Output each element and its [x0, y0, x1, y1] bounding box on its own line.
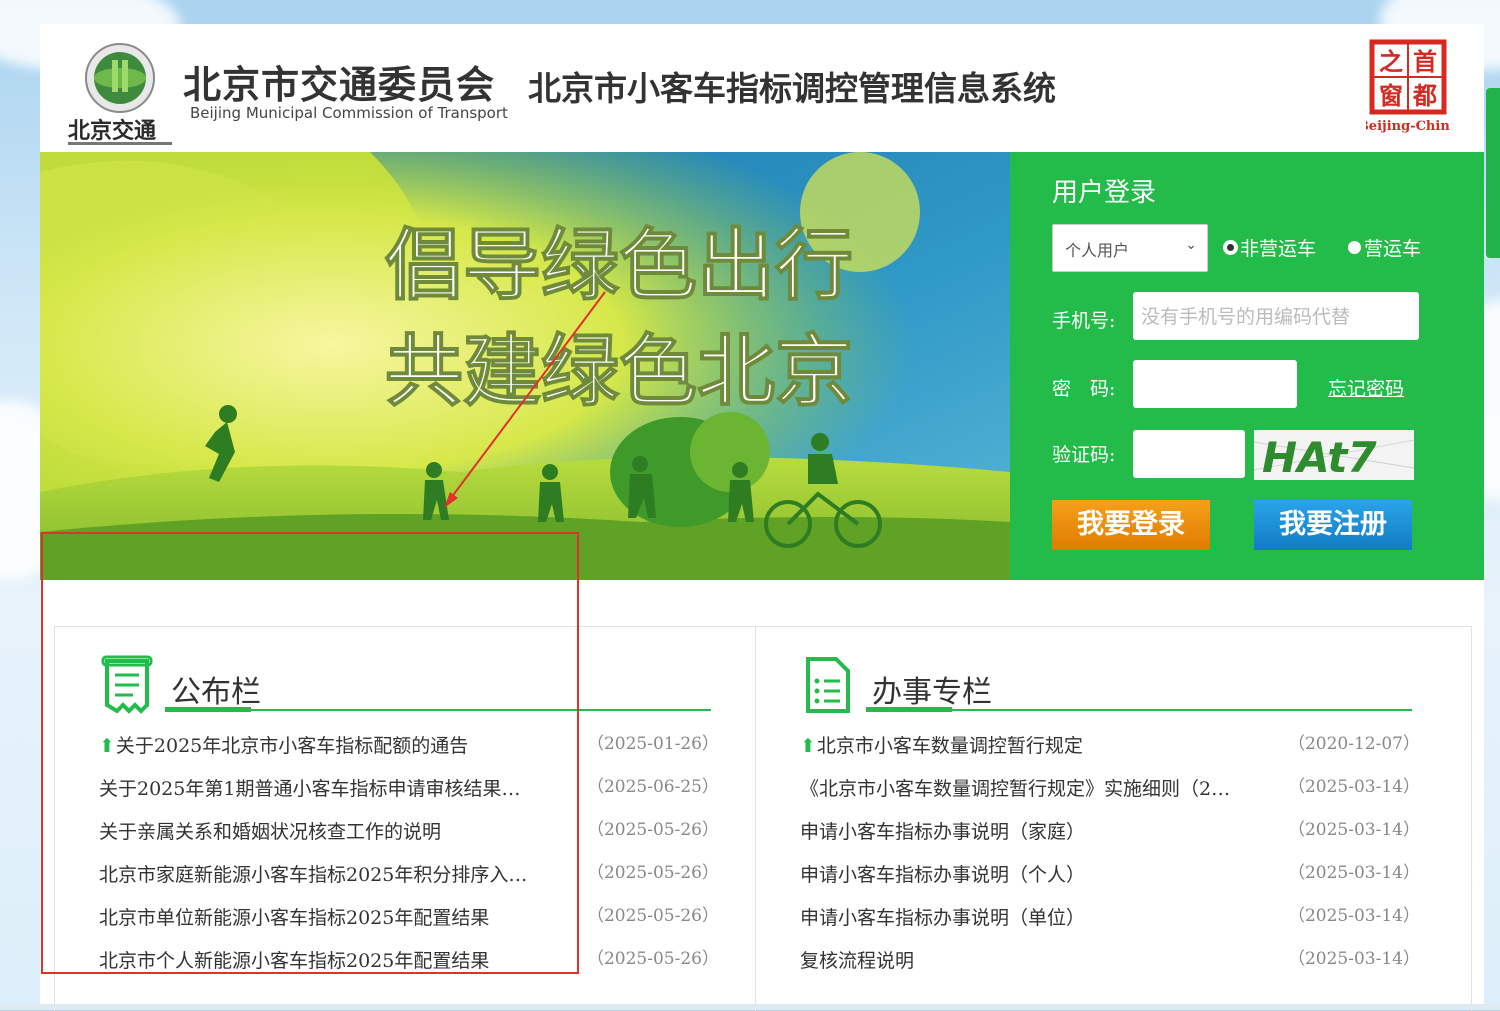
stamp-char: 都	[1412, 81, 1437, 110]
radio-checked-icon	[1224, 241, 1237, 254]
chevron-down-icon: ⌄	[1185, 237, 1197, 253]
green-travel-banner: 倡导绿色出行 共建绿色北京	[40, 152, 1010, 580]
phone-label: 手机号:	[1052, 310, 1116, 332]
forgot-password-link[interactable]: 忘记密码	[1328, 374, 1404, 401]
list-item-link[interactable]: 《北京市小客车数量调控暂行规定》实施细则（2…	[800, 774, 1252, 801]
list-item[interactable]: ⬆北京市小客车数量调控暂行规定 （2020-12-07）	[800, 731, 1420, 774]
org-name-cn: 北京市交通委员会	[183, 63, 496, 107]
radio-commercial[interactable]: 营运车	[1348, 234, 1421, 261]
list-item-link[interactable]: 复核流程说明	[800, 946, 1252, 973]
captcha-text: HAt7	[1262, 433, 1377, 480]
login-button[interactable]: 我要登录	[1052, 500, 1210, 550]
captcha-image[interactable]: HAt7	[1254, 430, 1414, 480]
list-item-text: 复核流程说明	[800, 950, 915, 972]
register-button[interactable]: 我要注册	[1254, 500, 1412, 550]
list-item-date: （2025-05-26）	[586, 949, 719, 969]
list-item-link[interactable]: 申请小客车指标办事说明（单位）	[800, 903, 1252, 930]
phone-input[interactable]: 没有手机号的用编码代替	[1133, 292, 1419, 340]
stamp-en: Beijing-China	[1366, 119, 1450, 134]
list-item-link[interactable]: ⬆北京市小客车数量调控暂行规定	[800, 731, 1252, 758]
list-item-date: （2025-05-26）	[586, 906, 719, 926]
radio-label: 营运车	[1364, 238, 1422, 260]
list-item[interactable]: 复核流程说明 （2025-03-14）	[800, 946, 1420, 989]
annotation-highlight-box	[41, 532, 579, 974]
captcha-label: 验证码:	[1052, 444, 1116, 466]
list-item-text: 申请小客车指标办事说明（单位）	[800, 907, 1086, 929]
radio-non-commercial[interactable]: 非营运车	[1224, 234, 1316, 261]
user-type-value: 个人用户	[1065, 241, 1130, 260]
system-title: 北京市小客车指标调控管理信息系统	[528, 69, 1056, 108]
list-item-date: （2025-03-14）	[1287, 906, 1420, 926]
list-item-text: 申请小客车指标办事说明（个人）	[800, 864, 1086, 886]
document-list-icon	[806, 657, 850, 713]
banner-illustration: 倡导绿色出行 共建绿色北京	[40, 152, 1010, 580]
password-input[interactable]	[1133, 360, 1297, 408]
list-item[interactable]: 申请小客车指标办事说明（个人） （2025-03-14）	[800, 860, 1420, 903]
login-title: 用户登录	[1052, 178, 1157, 208]
user-type-select[interactable]: 个人用户 ⌄	[1052, 224, 1208, 272]
org-name-en: Beijing Municipal Commission of Transpor…	[190, 104, 508, 122]
stamp-char: 之	[1379, 47, 1403, 76]
bottom-strip	[0, 1004, 1500, 1010]
site-header: 北京交通 北京市交通委员会 Beijing Municipal Commissi…	[40, 24, 1484, 152]
list-item[interactable]: 《北京市小客车数量调控暂行规定》实施细则（2… （2025-03-14）	[800, 774, 1420, 817]
list-item-link[interactable]: 申请小客车指标办事说明（个人）	[800, 860, 1252, 887]
services-panel: 办事专栏 ⬆北京市小客车数量调控暂行规定 （2020-12-07） 《北京市小客车数…	[756, 627, 1456, 1011]
list-item-date: （2025-05-26）	[586, 863, 719, 883]
list-item-text: 《北京市小客车数量调控暂行规定》实施细则（2…	[800, 778, 1231, 800]
list-item-link[interactable]: 申请小客车指标办事说明（家庭）	[800, 817, 1252, 844]
list-item[interactable]: 申请小客车指标办事说明（家庭） （2025-03-14）	[800, 817, 1420, 860]
login-panel: 用户登录 个人用户 ⌄ 非营运车 营运车 手机号: 没有手机号的用编码代替 密 …	[1010, 152, 1484, 580]
stamp-char: 窗	[1379, 81, 1403, 110]
phone-placeholder: 没有手机号的用编码代替	[1141, 306, 1351, 328]
list-item-date: （2025-05-26）	[586, 820, 719, 840]
list-item-date: （2020-12-07）	[1287, 734, 1420, 754]
side-tab[interactable]	[1486, 88, 1500, 258]
radio-unchecked-icon	[1348, 241, 1361, 254]
list-item-text: 申请小客车指标办事说明（家庭）	[800, 821, 1086, 843]
capital-window-stamp: 之 首 窗 都 Beijing-China	[1366, 39, 1450, 134]
stamp-char: 首	[1413, 47, 1437, 76]
title-underline-accent	[866, 707, 952, 712]
list-item-date: （2025-03-14）	[1287, 863, 1420, 883]
password-label: 密 码:	[1052, 378, 1116, 400]
list-item-date: （2025-06-25）	[586, 777, 719, 797]
radio-label: 非营运车	[1240, 238, 1317, 260]
list-item-date: （2025-01-26）	[586, 734, 719, 754]
banner-slogan-line2: 共建绿色北京	[385, 327, 853, 417]
logo-text: 北京交通	[68, 118, 156, 144]
services-list: ⬆北京市小客车数量调控暂行规定 （2020-12-07） 《北京市小客车数量调控暂行…	[800, 731, 1420, 989]
list-item[interactable]: 申请小客车指标办事说明（单位） （2025-03-14）	[800, 903, 1420, 946]
services-title: 办事专栏	[872, 675, 992, 710]
banner-slogan-line1: 倡导绿色出行	[385, 221, 853, 311]
captcha-input[interactable]	[1133, 430, 1245, 478]
list-item-date: （2025-03-14）	[1287, 949, 1420, 969]
pin-top-icon: ⬆	[800, 735, 816, 757]
list-item-date: （2025-03-14）	[1287, 777, 1420, 797]
list-item-text: 北京市小客车数量调控暂行规定	[816, 735, 1083, 757]
list-item-date: （2025-03-14）	[1287, 820, 1420, 840]
